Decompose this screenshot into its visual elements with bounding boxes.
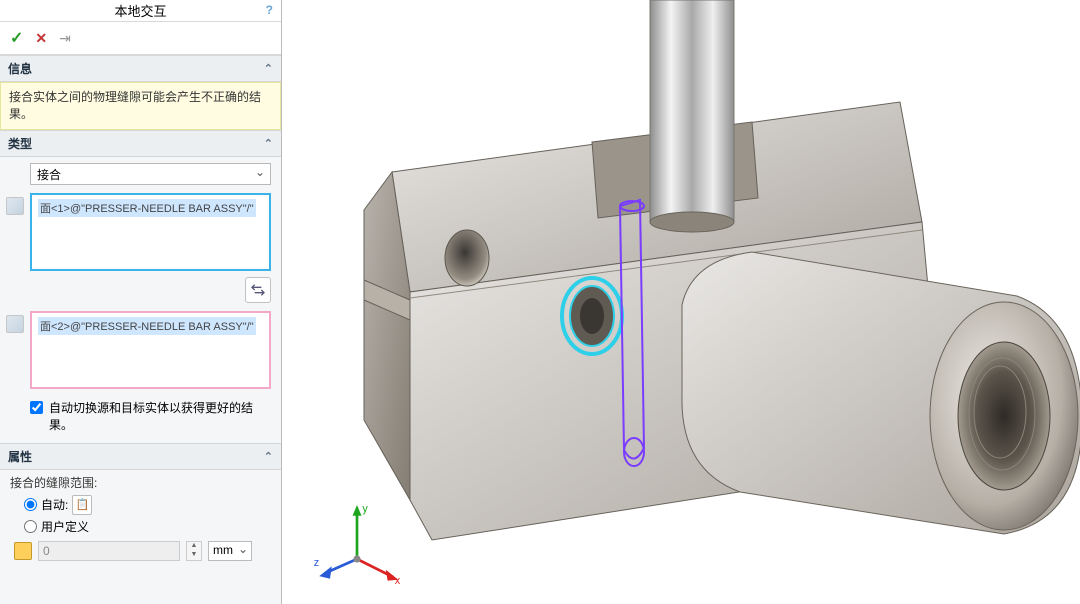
face-icon[interactable] [6, 197, 24, 215]
distance-icon [14, 542, 32, 560]
swap-button[interactable] [245, 277, 271, 303]
section-title-info: 信息 [8, 60, 32, 77]
radio-row-user: 用户定义 [24, 518, 271, 535]
spin-down[interactable]: ▼ [187, 551, 201, 560]
face-icon[interactable] [6, 315, 24, 333]
selection-list-b[interactable]: 面<2>@"PRESSER-NEEDLE BAR ASSY"/" [30, 311, 271, 389]
gap-value-input [38, 541, 180, 561]
selection-group-a: 面<1>@"PRESSER-NEEDLE BAR ASSY"/" [30, 193, 271, 271]
axis-y-label: y [362, 503, 368, 515]
axis-z-label: z [314, 557, 319, 569]
auto-switch-checkbox[interactable] [30, 401, 43, 414]
calc-button[interactable]: 📋 [72, 495, 92, 515]
gap-auto-radio[interactable] [24, 498, 37, 511]
gap-user-label: 用户定义 [41, 518, 89, 535]
gap-auto-label: 自动: [41, 496, 68, 513]
section-header-info[interactable]: 信息 ⌃ [0, 55, 281, 82]
pin-button[interactable]: ⇥ [59, 30, 71, 47]
auto-switch-row: 自动切换源和目标实体以获得更好的结果。 [30, 399, 271, 433]
selection-item-b[interactable]: 面<2>@"PRESSER-NEEDLE BAR ASSY"/" [38, 317, 256, 335]
graphics-viewport[interactable]: y x z [282, 0, 1080, 604]
section-body-props: 接合的缝隙范围: 自动: 📋 用户定义 ▲▼ mm [0, 470, 281, 567]
chevron-up-icon[interactable]: ⌃ [264, 62, 273, 75]
spin-up[interactable]: ▲ [187, 542, 201, 551]
info-message: 接合实体之间的物理缝隙可能会产生不正确的结果。 [0, 82, 281, 130]
value-row: ▲▼ mm [10, 541, 271, 561]
swap-row [30, 277, 271, 303]
cancel-button[interactable]: ✕ [35, 30, 47, 47]
section-title-props: 属性 [8, 448, 32, 465]
section-header-props[interactable]: 属性 ⌃ [0, 443, 281, 470]
section-title-type: 类型 [8, 135, 32, 152]
confirm-bar: ✓ ✕ ⇥ [0, 22, 281, 55]
panel-header: 本地交互 ? [0, 0, 281, 22]
spin-buttons[interactable]: ▲▼ [186, 541, 202, 561]
selection-list-a[interactable]: 面<1>@"PRESSER-NEEDLE BAR ASSY"/" [30, 193, 271, 271]
selection-group-b: 面<2>@"PRESSER-NEEDLE BAR ASSY"/" [30, 311, 271, 389]
ok-button[interactable]: ✓ [10, 28, 23, 48]
gap-user-radio[interactable] [24, 520, 37, 533]
gap-range-label: 接合的缝隙范围: [10, 474, 271, 491]
auto-switch-label: 自动切换源和目标实体以获得更好的结果。 [49, 399, 271, 433]
axis-x-label: x [395, 575, 401, 586]
section-body-type: 接合 面<1>@"PRESSER-NEEDLE BAR ASSY"/" 面<2>… [0, 157, 281, 443]
unit-dropdown[interactable]: mm [208, 541, 252, 561]
type-dropdown[interactable]: 接合 [30, 163, 271, 185]
chevron-up-icon[interactable]: ⌃ [264, 450, 273, 463]
section-header-type[interactable]: 类型 ⌃ [0, 130, 281, 157]
panel-title: 本地交互 [114, 1, 166, 20]
radio-row-auto: 自动: 📋 [24, 495, 271, 515]
chevron-up-icon[interactable]: ⌃ [264, 137, 273, 150]
selection-item-a[interactable]: 面<1>@"PRESSER-NEEDLE BAR ASSY"/" [38, 199, 256, 217]
property-panel: 本地交互 ? ✓ ✕ ⇥ 信息 ⌃ 接合实体之间的物理缝隙可能会产生不正确的结果… [0, 0, 282, 604]
swap-icon [250, 282, 266, 298]
help-icon[interactable]: ? [266, 3, 273, 17]
orientation-triad[interactable]: y x z [312, 496, 402, 586]
